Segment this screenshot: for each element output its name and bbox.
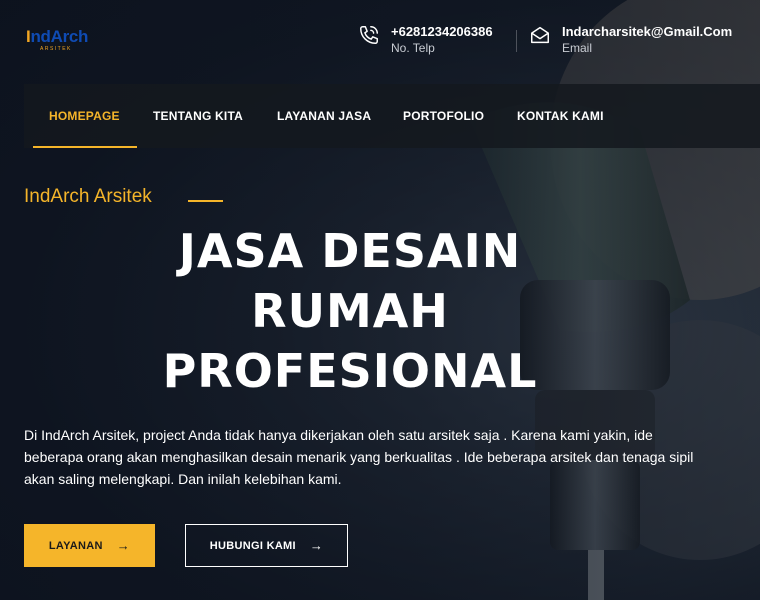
email-address: Indarcharsitek@Gmail.Com [562,24,733,39]
nav-tentang-kita[interactable]: TENTANG KITA [153,84,243,148]
hero-tagline: IndArch Arsitek [24,186,152,207]
headline-line-3: PROFESIONAL [162,344,538,398]
mail-icon [531,26,549,44]
email-label: Email [562,41,593,55]
hubungi-kami-button[interactable]: HUBUNGI KAMI → [185,524,348,567]
logo-text: IndArch [26,27,89,46]
hero-section: IndArch ARSITEK +6281234206386 No. Telp … [0,0,760,600]
hubungi-kami-button-label: HUBUNGI KAMI [209,539,296,552]
nav-homepage[interactable]: HOMEPAGE [49,84,120,148]
nav-layanan-jasa[interactable]: LAYANAN JASA [277,84,371,148]
main-navigation: HOMEPAGE TENTANG KITA LAYANAN JASA PORTO… [24,84,760,148]
arrow-right-icon: → [309,538,324,553]
phone-number: +6281234206386 [391,24,493,39]
headline-line-1: JASA DESAIN [178,224,522,278]
layanan-button[interactable]: LAYANAN → [24,524,155,567]
phone-icon [360,26,378,44]
active-nav-indicator [33,146,137,148]
contact-email[interactable]: Indarcharsitek@Gmail.Com Email [529,22,754,58]
logo-subtext: ARSITEK [40,46,72,52]
hero-description: Di IndArch Arsitek, project Anda tidak h… [24,427,694,487]
arrow-right-icon: → [116,538,131,553]
nav-portofolio[interactable]: PORTOFOLIO [403,84,484,148]
top-bar: IndArch ARSITEK +6281234206386 No. Telp … [0,0,760,84]
contact-phone[interactable]: +6281234206386 No. Telp [358,22,508,58]
nav-kontak-kami[interactable]: KONTAK KAMI [517,84,604,148]
headline-line-2: RUMAH [251,284,449,338]
contact-divider [516,30,517,52]
tagline-decoration-line [188,200,223,202]
phone-label: No. Telp [391,41,435,55]
layanan-button-label: LAYANAN [48,539,103,552]
brand-logo[interactable]: IndArch ARSITEK [26,27,106,57]
